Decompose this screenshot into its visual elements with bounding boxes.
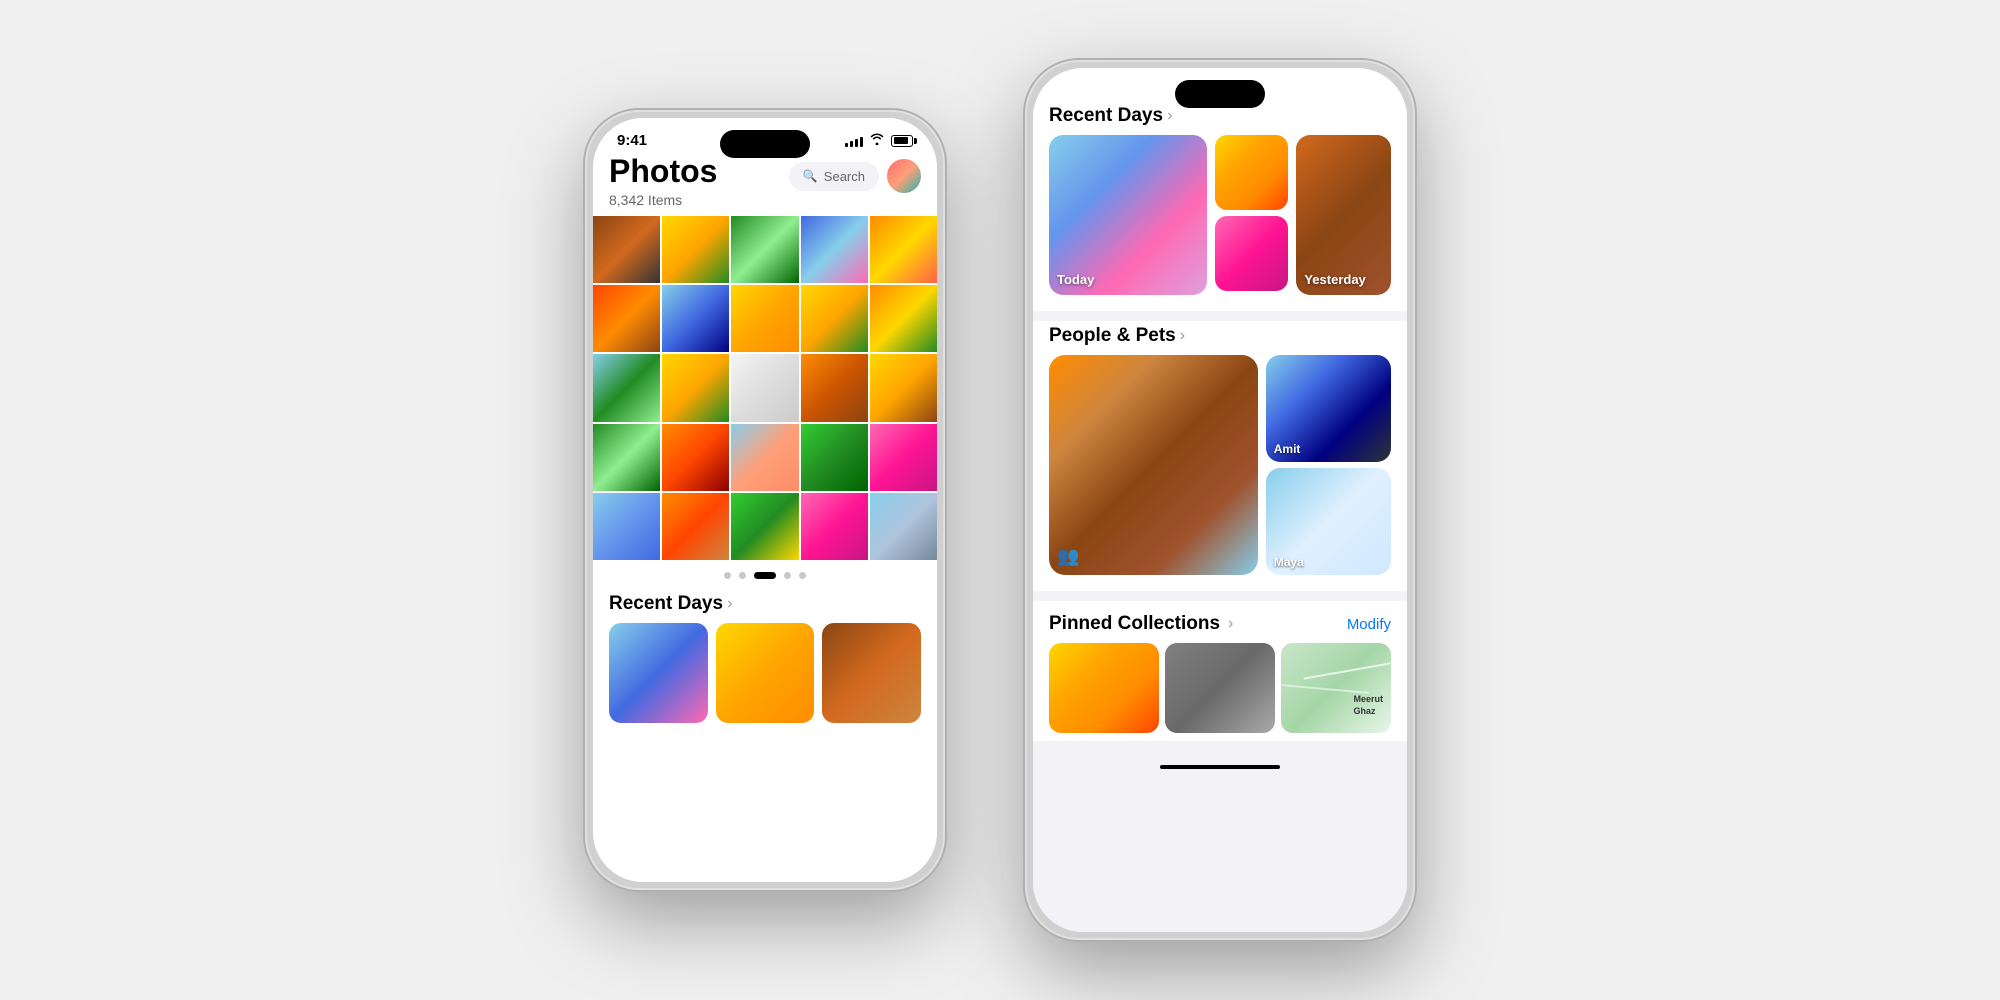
photo-cell[interactable] xyxy=(593,216,660,283)
people-pets-section: People & Pets › 👥 Amit xyxy=(1033,321,1407,591)
status-time: 9:41 xyxy=(617,132,647,149)
today-card[interactable]: Today xyxy=(1049,135,1207,295)
photo-cell[interactable] xyxy=(662,424,729,491)
today-label: Today xyxy=(1057,272,1094,287)
pinned-thumb-map[interactable]: MeerutGhaz xyxy=(1281,643,1391,733)
photo-cell[interactable] xyxy=(731,285,798,352)
photo-cell[interactable] xyxy=(662,216,729,283)
recent-days-section: Recent Days › Today xyxy=(1033,101,1407,311)
recent-day-card-today[interactable] xyxy=(609,623,708,723)
pinned-title: Pinned Collections xyxy=(1049,613,1220,635)
scene: 9:41 xyxy=(0,0,2000,1000)
photo-cell[interactable] xyxy=(801,354,868,421)
recent-days-chevron: › xyxy=(1167,107,1172,125)
photo-cell[interactable] xyxy=(731,216,798,283)
small-cards-group xyxy=(1215,135,1289,295)
dynamic-island xyxy=(720,130,810,158)
pinned-chevron: › xyxy=(1228,615,1233,633)
page-title: Photos xyxy=(609,153,717,190)
photo-cell[interactable] xyxy=(801,216,868,283)
recent-days-header[interactable]: Recent Days › xyxy=(593,589,937,623)
status-icons xyxy=(845,133,913,148)
chevron-right-icon: › xyxy=(727,595,732,613)
dot-3-active xyxy=(754,572,776,579)
photo-cell[interactable] xyxy=(593,493,660,560)
detail-screen: Recent Days › Today xyxy=(1033,68,1407,932)
modify-button[interactable]: Modify xyxy=(1347,616,1391,633)
people-pets-row: 👥 Amit Maya xyxy=(1033,355,1407,575)
pinned-thumb-2[interactable] xyxy=(1165,643,1275,733)
people-pets-title: People & Pets xyxy=(1049,325,1176,347)
dot-5 xyxy=(799,572,806,579)
people-pets-chevron: › xyxy=(1180,327,1185,345)
pinned-thumb-1[interactable] xyxy=(1049,643,1159,733)
photo-cell[interactable] xyxy=(593,285,660,352)
wifi-icon xyxy=(869,133,885,148)
photo-cell[interactable] xyxy=(662,285,729,352)
photo-cell[interactable] xyxy=(870,354,937,421)
photo-cell[interactable] xyxy=(731,354,798,421)
small-card-2[interactable] xyxy=(1215,216,1289,291)
photo-cell[interactable] xyxy=(731,424,798,491)
photo-cell[interactable] xyxy=(593,354,660,421)
person-card-amit[interactable]: Amit xyxy=(1266,355,1391,462)
phone-left-screen: 9:41 xyxy=(593,118,937,882)
pinned-collections-section: Pinned Collections › Modify xyxy=(1033,601,1407,741)
signal-icon xyxy=(845,135,863,147)
photos-title-block: Photos 8,342 Items xyxy=(609,153,717,208)
photo-cell[interactable] xyxy=(801,424,868,491)
person-maya-label: Maya xyxy=(1274,555,1304,569)
photos-header-actions: 🔍 Search xyxy=(789,159,921,193)
photo-cell[interactable] xyxy=(801,285,868,352)
photo-cell[interactable] xyxy=(662,354,729,421)
search-label: Search xyxy=(824,169,865,184)
photos-count: 8,342 Items xyxy=(609,192,717,208)
dot-4 xyxy=(784,572,791,579)
pinned-row: MeerutGhaz xyxy=(1033,643,1407,733)
yesterday-label: Yesterday xyxy=(1304,272,1365,287)
group-icon: 👥 xyxy=(1057,546,1079,567)
search-button[interactable]: 🔍 Search xyxy=(789,162,879,191)
avatar[interactable] xyxy=(887,159,921,193)
map-label: MeerutGhaz xyxy=(1353,693,1383,718)
people-pets-header[interactable]: People & Pets › xyxy=(1033,321,1407,355)
photo-cell[interactable] xyxy=(870,493,937,560)
battery-icon xyxy=(891,135,913,147)
recent-days-row: Today Yesterday xyxy=(1033,135,1407,295)
scroll-indicator-area xyxy=(1033,757,1407,769)
recent-days-label: Recent Days xyxy=(1049,105,1163,127)
person-amit-label: Amit xyxy=(1274,442,1301,456)
photo-cell[interactable] xyxy=(870,424,937,491)
photo-cell[interactable] xyxy=(870,285,937,352)
recent-days-thumbs xyxy=(593,623,937,723)
phone-left: 9:41 xyxy=(585,110,945,890)
pinned-title-group: Pinned Collections › xyxy=(1049,613,1233,635)
dot-2 xyxy=(739,572,746,579)
recent-day-card-yesterday[interactable] xyxy=(822,623,921,723)
small-card-1[interactable] xyxy=(1215,135,1289,210)
pinned-header: Pinned Collections › Modify xyxy=(1033,601,1407,643)
photo-cell[interactable] xyxy=(662,493,729,560)
photo-grid xyxy=(593,216,937,560)
photo-cell[interactable] xyxy=(593,424,660,491)
photo-cell[interactable] xyxy=(801,493,868,560)
group-photo-card[interactable]: 👥 xyxy=(1049,355,1258,575)
photo-cell[interactable] xyxy=(870,216,937,283)
person-card-maya[interactable]: Maya xyxy=(1266,468,1391,575)
dot-1 xyxy=(724,572,731,579)
phone-right-screen: Recent Days › Today xyxy=(1033,68,1407,932)
phone-right: Recent Days › Today xyxy=(1025,60,1415,940)
photos-screen: 9:41 xyxy=(593,118,937,882)
photo-cell[interactable] xyxy=(731,493,798,560)
page-dots xyxy=(593,560,937,589)
yesterday-card[interactable]: Yesterday xyxy=(1296,135,1391,295)
dynamic-island-2 xyxy=(1175,80,1265,108)
recent-day-card-2[interactable] xyxy=(716,623,815,723)
photos-header: Photos 8,342 Items 🔍 Search xyxy=(593,153,937,216)
search-icon: 🔍 xyxy=(803,169,818,183)
recent-days-title: Recent Days xyxy=(609,593,723,615)
scroll-indicator xyxy=(1160,765,1280,769)
person-cards: Amit Maya xyxy=(1266,355,1391,575)
